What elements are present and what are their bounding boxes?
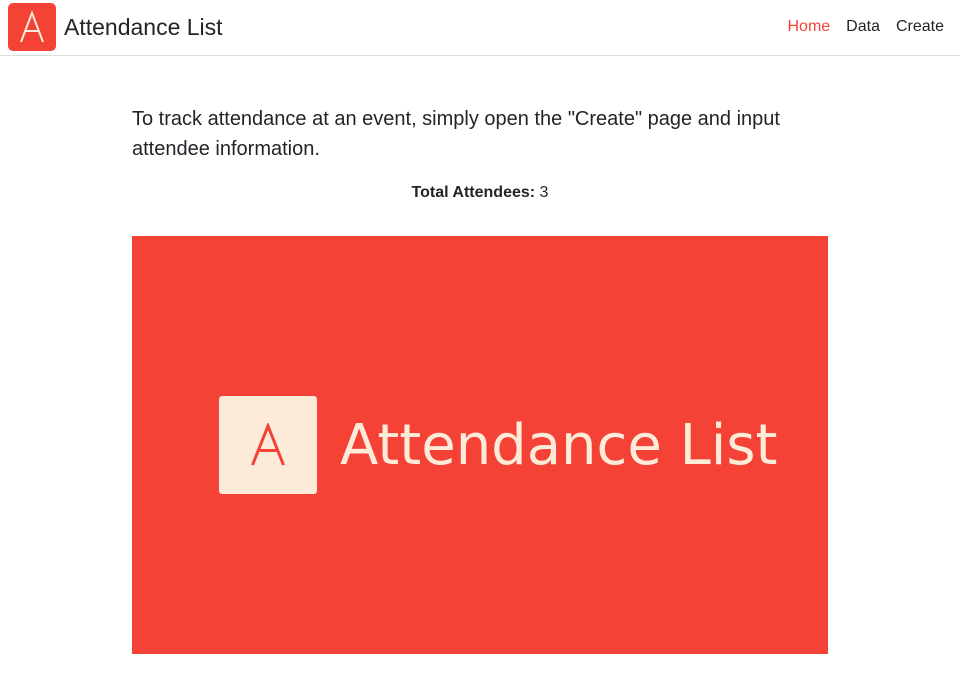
- hero-title: Attendance List: [340, 413, 778, 478]
- hero-banner: Attendance List: [132, 236, 828, 654]
- navbar: Attendance List Home Data Create: [0, 0, 960, 56]
- nav-item-data[interactable]: Data: [846, 16, 880, 38]
- nav-item-home[interactable]: Home: [787, 16, 830, 38]
- brand-logo-icon[interactable]: [8, 3, 56, 51]
- hero-logo-icon: [219, 396, 317, 494]
- letter-a-icon: [20, 11, 44, 43]
- total-attendees: Total Attendees: 3: [132, 182, 828, 204]
- brand-title[interactable]: Attendance List: [64, 13, 223, 41]
- total-attendees-value: 3: [539, 184, 549, 201]
- intro-text: To track attendance at an event, simply …: [132, 108, 780, 160]
- total-attendees-label: Total Attendees:: [411, 184, 536, 201]
- nav-menu: Home Data Create: [787, 16, 944, 38]
- letter-a-icon: [251, 423, 285, 466]
- nav-item-create[interactable]: Create: [896, 16, 944, 38]
